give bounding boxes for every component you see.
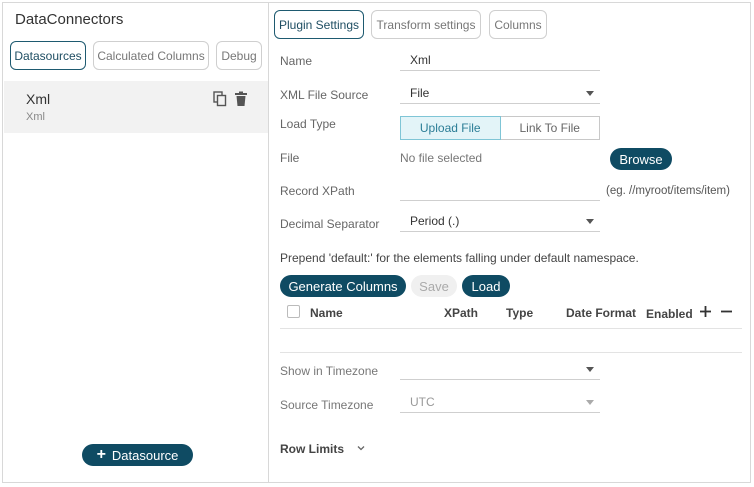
generate-columns-button[interactable]: Generate Columns [280,275,406,297]
columns-divider [280,328,742,329]
upload-file-option[interactable]: Upload File [400,116,501,140]
tab-plugin-settings[interactable]: Plugin Settings [274,10,364,39]
record-xpath-label: Record XPath [280,184,355,198]
column-header-enabled: Enabled [646,307,693,321]
tab-calculated-columns[interactable]: Calculated Columns [93,41,209,70]
datasource-type: Xml [26,111,45,123]
browse-button[interactable]: Browse [610,148,672,170]
namespace-note: Prepend 'default:' for the elements fall… [280,251,639,265]
select-all-checkbox[interactable] [287,305,300,318]
link-to-file-option[interactable]: Link To File [501,117,600,139]
name-input[interactable]: Xml [400,49,600,71]
decimal-separator-label: Decimal Separator [280,217,380,231]
save-button[interactable]: Save [411,275,457,297]
xml-file-source-label: XML File Source [280,88,369,102]
load-type-toggle: Upload File Link To File [400,116,600,140]
tab-datasources[interactable]: Datasources [10,41,86,70]
columns-divider [280,352,742,353]
datasources-panel: DataConnectors Datasources Calculated Co… [3,3,269,482]
remove-column-icon[interactable] [721,306,732,317]
plus-icon: + [96,446,106,463]
tab-debug[interactable]: Debug [216,41,262,70]
chevron-down-icon [586,219,594,224]
datasource-name: Xml [26,91,51,107]
xml-file-source-select[interactable]: File [400,82,600,104]
chevron-down-icon [586,91,594,96]
decimal-separator-select[interactable]: Period (.) [400,210,600,232]
datasource-list-item[interactable]: Xml Xml [4,81,268,133]
show-in-timezone-label: Show in Timezone [280,364,379,378]
source-timezone-select[interactable]: UTC [400,391,600,413]
decimal-separator-value: Period (.) [410,213,460,228]
add-datasource-label: Datasource [111,447,179,463]
add-column-icon[interactable] [700,306,711,317]
show-in-timezone-select[interactable] [400,358,600,380]
add-datasource-button[interactable]: + Datasource [82,444,193,466]
load-button[interactable]: Load [462,275,510,297]
source-timezone-label: Source Timezone [280,398,374,412]
data-connectors-window: DataConnectors Datasources Calculated Co… [2,2,751,483]
column-header-date-format: Date Format [566,306,637,320]
row-limits-label[interactable]: Row Limits [280,442,344,456]
xml-file-source-value: File [410,85,430,100]
copy-icon[interactable] [213,91,227,107]
tab-columns[interactable]: Columns [489,10,547,39]
trash-icon[interactable] [234,91,248,107]
load-type-label: Load Type [280,117,336,131]
column-header-type: Type [506,306,534,320]
tab-transform-settings[interactable]: Transform settings [371,10,481,39]
chevron-down-icon [586,400,594,405]
column-header-xpath: XPath [444,306,479,320]
app-title: DataConnectors [15,11,124,28]
source-timezone-value: UTC [410,394,435,409]
column-header-name: Name [310,306,343,320]
chevron-down-icon [586,367,594,372]
chevron-down-icon[interactable] [357,444,365,452]
record-xpath-hint: (eg. //myroot/items/item) [606,185,730,197]
file-value: No file selected [400,151,483,165]
file-label: File [280,151,300,165]
settings-panel: Plugin Settings Transform settings Colum… [270,3,750,482]
name-label: Name [280,54,313,68]
record-xpath-input[interactable] [400,179,600,201]
